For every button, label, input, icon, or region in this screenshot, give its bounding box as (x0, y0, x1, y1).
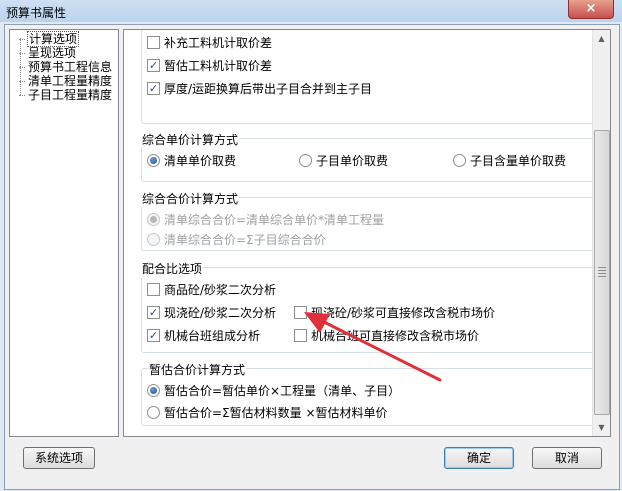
tree-item-label: 计算选项 (27, 31, 80, 47)
estimate-total-sum-radio[interactable]: 暂估合价=Σ暂估材料数量 ×暂估材料单价 (147, 405, 388, 421)
tree-item-label: 清单工程量精度 (28, 74, 113, 88)
title-bar: 预算书属性 × (0, 0, 622, 22)
tree-item-calc-options[interactable]: 计算选项 (19, 31, 80, 47)
group-title: 配合比选项 (141, 260, 204, 277)
group-title: 暂估合价计算方式 (148, 361, 247, 378)
unit-price-method-group: 综合单价计算方式 清单单价取费 子目单价取费 子目含量单价取费 (141, 131, 595, 182)
machine-shift-analysis-checkbox[interactable]: ✓ 机械台班组成分析 (147, 328, 260, 344)
bill-unit-price-radio[interactable]: 清单单价取费 (147, 153, 236, 169)
options-panel: 补充工料机计取价差 ✓ 暂估工料机计取价差 ✓ 厚度/运距换算后带出子目合并到主子目… (123, 29, 611, 437)
sub-content-unit-price-radio[interactable]: 子目含量单价取费 (453, 153, 566, 169)
scrollbar-thumb[interactable] (594, 130, 610, 415)
radio-icon (299, 154, 312, 167)
tree-item-label: 子目工程量精度 (28, 88, 113, 102)
radio-icon (147, 406, 160, 419)
checkbox-box (294, 306, 307, 319)
radio-icon (147, 154, 160, 167)
sub-unit-price-radio[interactable]: 子目单价取费 (299, 153, 388, 169)
estimate-total-method-group: 暂估合价计算方式 暂估合价=暂估单价×工程量（清单、子目） 暂估合价=Σ暂估材料… (141, 361, 595, 426)
check-icon: ✓ (147, 59, 160, 72)
checkbox-box (147, 36, 160, 49)
check-icon: ✓ (147, 329, 160, 342)
scroll-up-icon[interactable]: ▲ (593, 30, 610, 47)
tree-item-label: 呈现选项 (28, 46, 77, 60)
cast-concrete-edit-price-checkbox[interactable]: 现浇砼/砂浆可直接修改含税市场价 (294, 305, 495, 321)
close-icon[interactable]: × (568, 0, 614, 19)
radio-icon (453, 154, 466, 167)
settings-tree: 计算选项 呈现选项 预算书工程信息 清单工程量精度 子目工程量精度 (9, 29, 119, 437)
group-title: 综合合价计算方式 (141, 190, 240, 207)
supplement-price-diff-checkbox[interactable]: 补充工料机计取价差 (147, 35, 272, 51)
radio-icon (147, 384, 160, 397)
cast-concrete-analysis-checkbox[interactable]: ✓ 现浇砼/砂浆二次分析 (147, 305, 276, 321)
estimate-price-diff-checkbox[interactable]: ✓ 暂估工料机计取价差 (147, 58, 272, 74)
radio-icon (147, 233, 160, 246)
window-title: 预算书属性 (6, 6, 67, 20)
check-icon: ✓ (147, 82, 160, 95)
general-options-group: 补充工料机计取价差 ✓ 暂估工料机计取价差 ✓ 厚度/运距换算后带出子目合并到主子目 (141, 30, 595, 124)
bill-total-formula-radio[interactable]: 清单综合合价=清单综合单价*清单工程量 (147, 212, 384, 228)
checkbox-box (147, 283, 160, 296)
tree-item-label: 预算书工程信息 (28, 60, 113, 74)
dialog-body: 计算选项 呈现选项 预算书工程信息 清单工程量精度 子目工程量精度 补充工料机计… (4, 24, 620, 490)
sub-total-sum-radio[interactable]: 清单综合合价=Σ子目综合合价 (147, 232, 326, 248)
tree-item-project-info[interactable]: 预算书工程信息 (19, 60, 113, 74)
group-title: 综合单价计算方式 (141, 131, 240, 148)
scroll-down-icon[interactable]: ▼ (593, 419, 610, 436)
cancel-button[interactable]: 取消 (532, 447, 602, 469)
machine-shift-edit-price-checkbox[interactable]: 机械台班可直接修改含税市场价 (294, 328, 479, 344)
grip-icon (598, 267, 606, 279)
check-icon: ✓ (147, 306, 160, 319)
tree-item-sub-precision[interactable]: 子目工程量精度 (19, 88, 113, 102)
tree-item-bill-precision[interactable]: 清单工程量精度 (19, 74, 113, 88)
total-price-method-group: 综合合价计算方式 清单综合合价=清单综合单价*清单工程量 清单综合合价=Σ子目综… (141, 190, 595, 251)
estimate-total-formula-radio[interactable]: 暂估合价=暂估单价×工程量（清单、子目） (147, 383, 400, 399)
ok-button[interactable]: 确定 (444, 447, 514, 469)
vertical-scrollbar[interactable]: ▲ ▼ (592, 30, 610, 436)
tree-item-display-options[interactable]: 呈现选项 (19, 46, 77, 60)
merge-sub-items-checkbox[interactable]: ✓ 厚度/运距换算后带出子目合并到主子目 (147, 81, 372, 97)
system-options-button[interactable]: 系统选项 (23, 447, 95, 469)
commercial-concrete-checkbox[interactable]: 商品砼/砂浆二次分析 (147, 282, 276, 298)
checkbox-box (294, 329, 307, 342)
mix-ratio-group: 配合比选项 商品砼/砂浆二次分析 ✓ 现浇砼/砂浆二次分析 现浇砼/砂浆可直接修改… (141, 260, 595, 353)
radio-icon (147, 213, 160, 226)
